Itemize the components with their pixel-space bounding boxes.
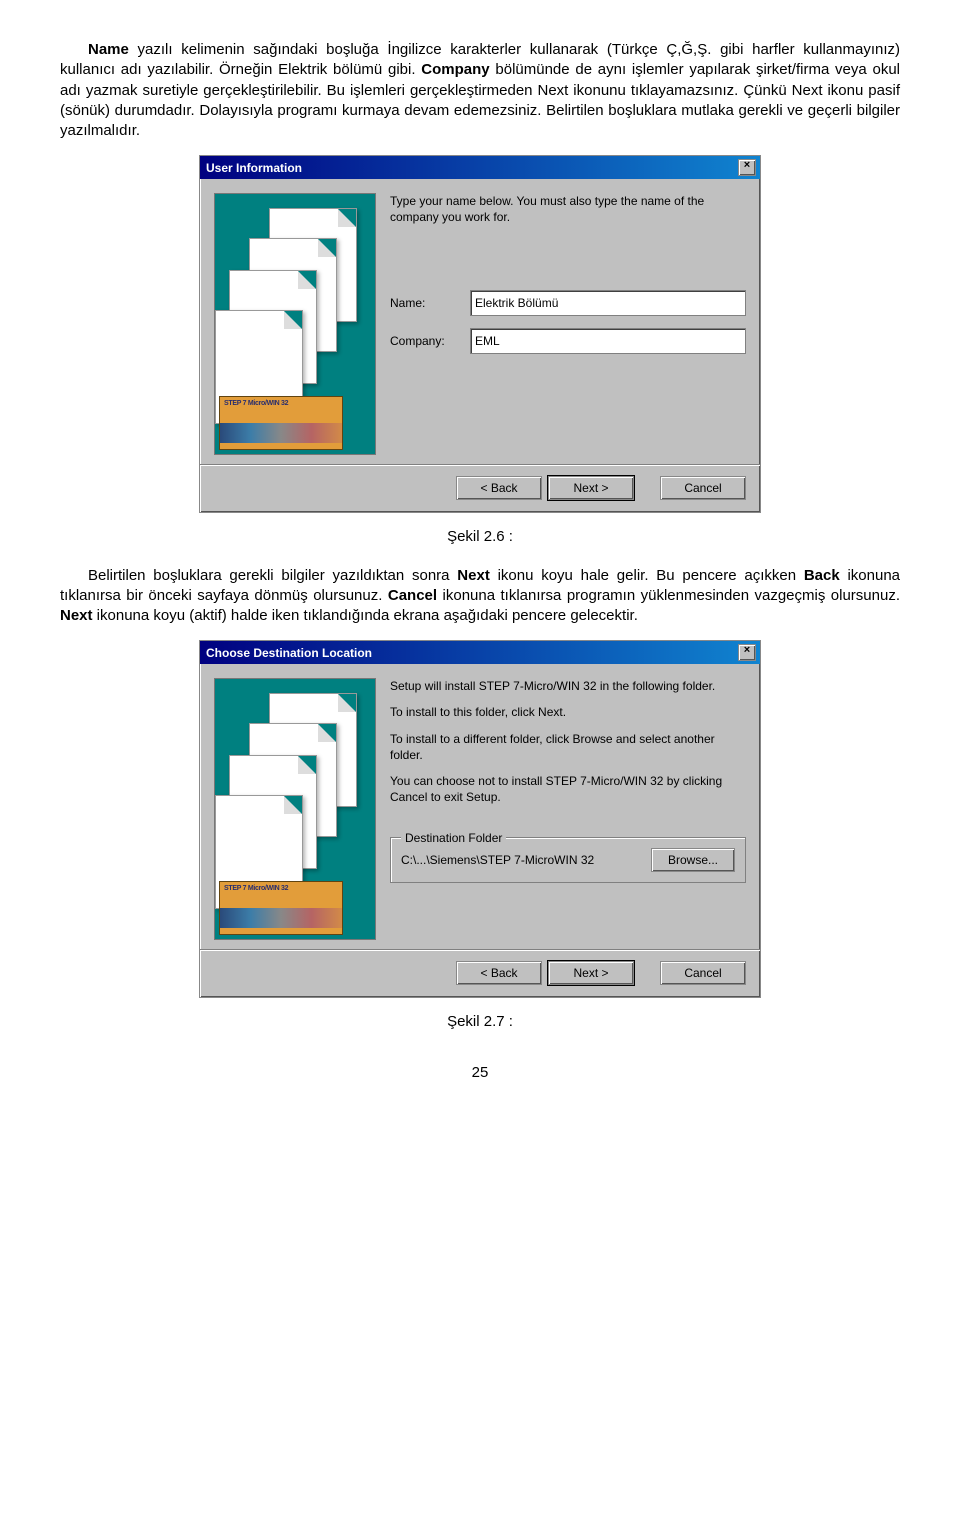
close-icon[interactable]: × bbox=[738, 644, 756, 661]
next-button[interactable]: Next > bbox=[548, 476, 634, 500]
close-icon[interactable]: × bbox=[738, 159, 756, 176]
dialog-title: User Information bbox=[206, 160, 302, 176]
name-input[interactable] bbox=[470, 290, 746, 316]
destination-path: C:\...\Siemens\STEP 7-MicroWIN 32 bbox=[401, 852, 594, 868]
cancel-button[interactable]: Cancel bbox=[660, 961, 746, 985]
wizard-side-image bbox=[214, 678, 376, 940]
paragraph-1: Name yazılı kelimenin sağındaki boşluğa … bbox=[60, 40, 900, 141]
desc-line: Setup will install STEP 7-Micro/WIN 32 i… bbox=[390, 678, 746, 694]
titlebar: User Information × bbox=[200, 156, 760, 179]
company-label: Company: bbox=[390, 333, 470, 349]
company-input[interactable] bbox=[470, 328, 746, 354]
paragraph-2: Belirtilen boşluklara gerekli bilgiler y… bbox=[60, 566, 900, 627]
bold-name: Name bbox=[88, 41, 129, 58]
back-button[interactable]: < Back bbox=[456, 961, 542, 985]
destination-dialog: Choose Destination Location × Setup will… bbox=[199, 640, 761, 998]
cancel-button[interactable]: Cancel bbox=[660, 476, 746, 500]
figure-caption-2: Şekil 2.7 : bbox=[60, 1012, 900, 1032]
titlebar: Choose Destination Location × bbox=[200, 641, 760, 664]
dialog-title: Choose Destination Location bbox=[206, 645, 372, 661]
browse-button[interactable]: Browse... bbox=[651, 848, 735, 872]
user-information-dialog: User Information × Type your name below.… bbox=[199, 155, 761, 513]
figure-caption-1: Şekil 2.6 : bbox=[60, 527, 900, 547]
name-label: Name: bbox=[390, 295, 470, 311]
next-button[interactable]: Next > bbox=[548, 961, 634, 985]
group-legend: Destination Folder bbox=[401, 830, 506, 846]
back-button[interactable]: < Back bbox=[456, 476, 542, 500]
destination-folder-group: Destination Folder C:\...\Siemens\STEP 7… bbox=[390, 837, 746, 883]
desc-line: You can choose not to install STEP 7-Mic… bbox=[390, 773, 746, 805]
dialog-description: Type your name below. You must also type… bbox=[390, 193, 746, 225]
desc-line: To install to a different folder, click … bbox=[390, 731, 746, 763]
bold-company: Company bbox=[421, 61, 489, 78]
desc-line: To install to this folder, click Next. bbox=[390, 704, 746, 720]
page-number: 25 bbox=[60, 1063, 900, 1083]
wizard-side-image bbox=[214, 193, 376, 455]
